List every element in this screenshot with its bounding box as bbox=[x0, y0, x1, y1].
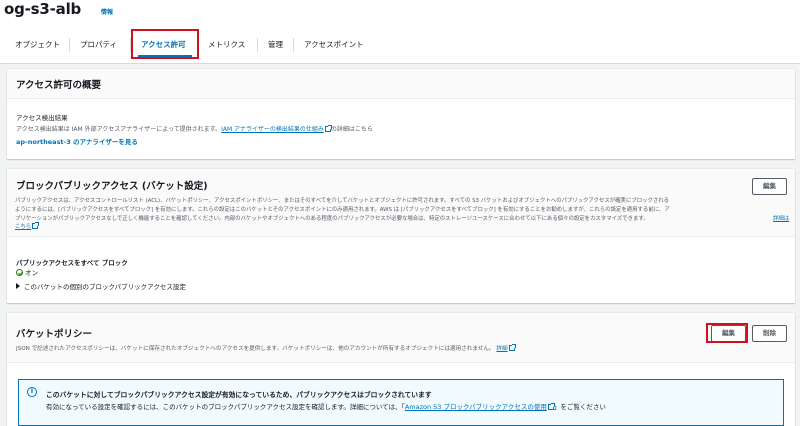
external-link-icon bbox=[508, 344, 516, 351]
learn-more-link[interactable]: こちら bbox=[15, 224, 31, 230]
external-link-icon bbox=[32, 222, 40, 229]
learn-more-link[interactable]: 詳細 bbox=[496, 346, 507, 352]
tab-properties[interactable]: プロパティ bbox=[80, 33, 117, 57]
tab-divider bbox=[293, 38, 294, 52]
status-text: オン bbox=[25, 269, 38, 277]
tab-objects[interactable]: オブジェクト bbox=[15, 33, 60, 57]
status-on: オン bbox=[16, 267, 38, 277]
description-line: パブリックアクセスは、アクセスコントロールリスト (ACL)、バケットポリシー、… bbox=[15, 198, 670, 204]
description-text: プリケーションがパブリックアクセスなしで正しく機能することを確認してください。内… bbox=[15, 216, 649, 222]
panel-title: バケットポリシー bbox=[16, 329, 93, 340]
tab-access-points[interactable]: アクセスポイント bbox=[304, 33, 364, 57]
description-line: プリケーションがパブリックアクセスなしで正しく機能することを確認してください。内… bbox=[15, 214, 649, 222]
external-link-icon bbox=[547, 403, 555, 410]
description-line: ようにするには、[パブリックアクセスをすべてブロック] を有効にします。これらの… bbox=[15, 207, 670, 213]
description-text: アクセス検出結果は IAM 外部アクセスアナライザーによって提供されます。 bbox=[16, 126, 222, 133]
alert-title: このバケットに対してブロックパブリックアクセス設定が有効になっているため、パブリ… bbox=[46, 391, 432, 399]
description-text: JSON で記述されたアクセスポリシーは、バケットに保存されたオブジェクトへのア… bbox=[16, 346, 495, 352]
tab-divider bbox=[257, 38, 258, 52]
policy-description: JSON で記述されたアクセスポリシーは、バケットに保存されたオブジェクトへのア… bbox=[16, 344, 516, 352]
view-analyzer-link[interactable]: ap-northeast-3 のアナライザーを見る bbox=[16, 136, 138, 146]
learn-more-link-wrap: こちら bbox=[15, 222, 40, 230]
access-findings-description: アクセス検出結果は IAM 外部アクセスアナライザーによって提供されます。IAM… bbox=[16, 124, 373, 133]
tab-bar: オブジェクト プロパティ アクセス許可 メトリクス 管理 アクセスポイント bbox=[0, 33, 800, 57]
tab-divider bbox=[69, 38, 70, 52]
alert-body-text: 有効になっている設定を確認するには、このバケットのブロックパブリックアクセス設定… bbox=[46, 403, 405, 411]
access-findings-label: アクセス検出結果 bbox=[16, 114, 68, 122]
tab-metrics[interactable]: メトリクス bbox=[208, 33, 245, 57]
block-public-access-panel: ブロックパブリックアクセス (バケット設定) 編集 パブリックアクセスは、アクセ… bbox=[7, 169, 795, 303]
learn-more-link[interactable]: 詳細は bbox=[773, 214, 789, 222]
expander-label: このバケットの個別のブロックパブリックアクセス設定 bbox=[24, 283, 186, 291]
block-all-label: パブリックアクセスをすべて ブロック bbox=[16, 259, 128, 267]
description-suffix: の詳細はこちら bbox=[330, 126, 373, 133]
panel-title: アクセス許可の概要 bbox=[16, 80, 102, 91]
edit-button[interactable]: 編集 bbox=[752, 178, 787, 195]
check-circle-icon bbox=[16, 269, 23, 276]
iam-analyzer-link[interactable]: IAM アナライザーの検出結果の仕組み bbox=[221, 126, 324, 133]
block-public-access-doc-link[interactable]: Amazon S3 ブロックパブリックアクセスの使用 bbox=[405, 403, 547, 411]
alert-body-suffix: 」をご覧ください bbox=[553, 403, 606, 411]
permissions-overview-panel: アクセス許可の概要 アクセス検出結果 アクセス検出結果は IAM 外部アクセスア… bbox=[7, 69, 795, 159]
panel-header: バケットポリシー 編集 削除 JSON で記述されたアクセスポリシーは、バケット… bbox=[7, 313, 795, 363]
individual-settings-expander[interactable]: このバケットの個別のブロックパブリックアクセス設定 bbox=[16, 281, 186, 291]
info-icon: i bbox=[27, 387, 37, 397]
bucket-header: og-s3-alb 情報 オブジェクト プロパティ アクセス許可 メトリクス 管… bbox=[0, 0, 800, 64]
panel-title: ブロックパブリックアクセス (バケット設定) bbox=[16, 181, 208, 192]
panel-header: アクセス許可の概要 bbox=[7, 69, 795, 99]
tab-management[interactable]: 管理 bbox=[268, 33, 283, 57]
external-link-icon bbox=[324, 125, 332, 132]
panel-header: ブロックパブリックアクセス (バケット設定) 編集 パブリックアクセスは、アクセ… bbox=[7, 169, 795, 237]
info-link[interactable]: 情報 bbox=[101, 7, 113, 16]
alert-body: 有効になっている設定を確認するには、このバケットのブロックパブリックアクセス設定… bbox=[46, 401, 606, 411]
highlight-box-tab bbox=[131, 29, 199, 59]
page-title: og-s3-alb bbox=[4, 0, 82, 18]
delete-button[interactable]: 削除 bbox=[752, 325, 787, 342]
highlight-box-edit bbox=[706, 323, 748, 343]
caret-right-icon bbox=[16, 283, 20, 289]
public-access-blocked-alert: i このバケットに対してブロックパブリックアクセス設定が有効になっているため、パ… bbox=[18, 379, 784, 426]
